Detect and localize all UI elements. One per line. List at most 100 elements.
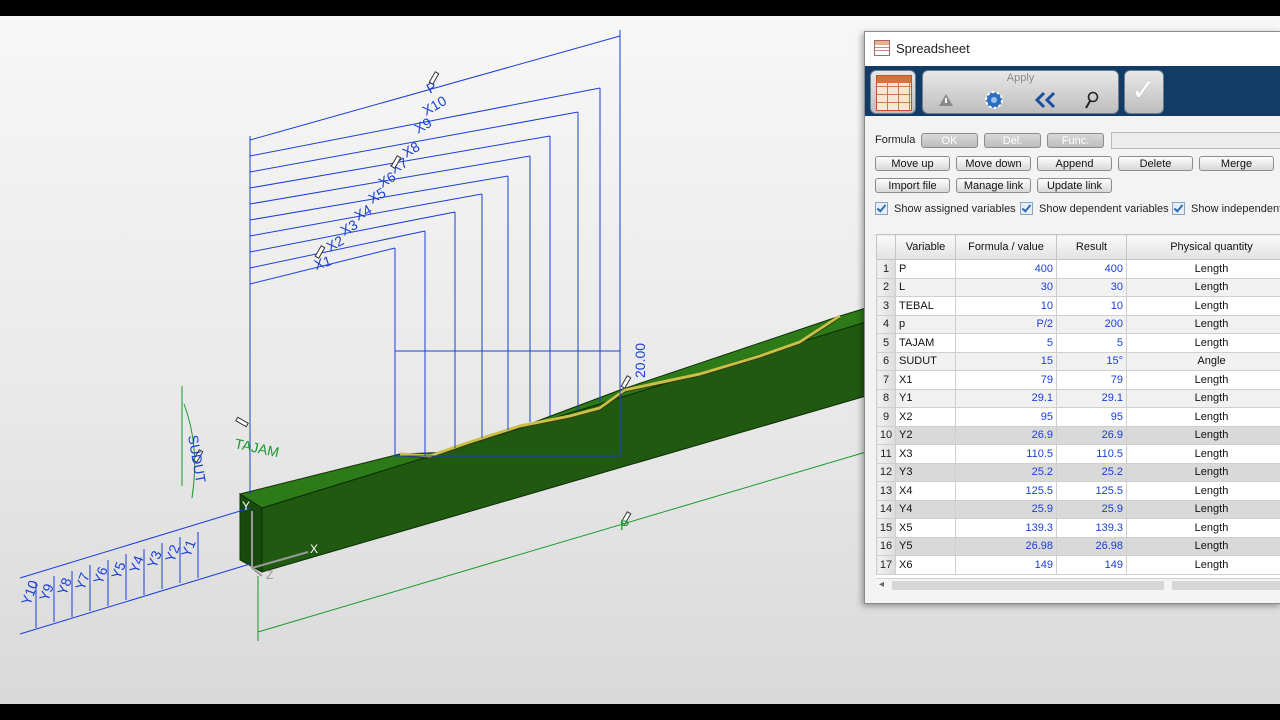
formula-cell[interactable]: 400 [955, 259, 1057, 279]
table-row[interactable]: 2 L 30 30 Length [876, 277, 1280, 297]
formula-input[interactable] [1111, 132, 1280, 149]
check-icon: ✓ [1131, 74, 1157, 107]
confirm-button[interactable]: ✓ [1124, 70, 1164, 114]
table-row[interactable]: 15 X5 139.3 139.3 Length [876, 518, 1280, 538]
warning-icon[interactable] [935, 89, 957, 111]
axis-y-label: Y [242, 499, 250, 513]
show-assigned-checkbox[interactable]: Show assigned variables [875, 202, 1016, 215]
formula-cell[interactable]: 10 [955, 296, 1057, 316]
row-index: 7 [876, 370, 896, 390]
table-row[interactable]: 4 p P/2 200 Length [876, 314, 1280, 334]
del-button[interactable]: Del. [984, 133, 1041, 148]
table-row[interactable]: 16 Y5 26.98 26.98 Length [876, 536, 1280, 556]
p-dimension-label: P [620, 517, 629, 533]
update-link-button[interactable]: Update link [1037, 178, 1112, 193]
search-icon[interactable] [1081, 89, 1103, 111]
formula-label: Formula [875, 134, 916, 146]
delete-button[interactable]: Delete [1118, 156, 1193, 171]
horizontal-scrollbar[interactable]: ◂ [876, 578, 1280, 592]
column-header-physical-quantity[interactable]: Physical quantity [1126, 234, 1280, 260]
column-header-formula[interactable]: Formula / value [955, 234, 1057, 260]
table-row[interactable]: 9 X2 95 95 Length [876, 407, 1280, 427]
formula-cell[interactable]: P/2 [955, 314, 1057, 334]
table-row[interactable]: 1 P 400 400 Length [876, 259, 1280, 279]
formula-cell[interactable]: 149 [955, 555, 1057, 575]
scroll-left-icon[interactable]: ◂ [879, 579, 884, 590]
gear-icon[interactable] [983, 89, 1005, 111]
move-up-button[interactable]: Move up [875, 156, 950, 171]
table-row[interactable]: 17 X6 149 149 Length [876, 555, 1280, 575]
physical-quantity-cell: Length [1126, 277, 1280, 297]
sheet-tab-button[interactable] [870, 70, 916, 114]
merge-button[interactable]: Merge [1199, 156, 1274, 171]
formula-cell[interactable]: 30 [955, 277, 1057, 297]
formula-cell[interactable]: 125.5 [955, 481, 1057, 501]
column-header-variable[interactable]: Variable [895, 234, 956, 260]
row-index: 9 [876, 407, 896, 427]
bar-front-face[interactable] [261, 321, 867, 573]
variables-table-container[interactable]: Variable Formula / value Result Physical… [876, 234, 1280, 578]
formula-cell[interactable]: 15 [955, 351, 1057, 371]
table-row[interactable]: 12 Y3 25.2 25.2 Length [876, 462, 1280, 482]
formula-cell[interactable]: 110.5 [955, 444, 1057, 464]
row-index: 16 [876, 536, 896, 556]
result-cell: 26.9 [1056, 425, 1127, 445]
table-row[interactable]: 5 TAJAM 5 5 Length [876, 333, 1280, 353]
dim-label-x4: X4 [352, 201, 375, 224]
physical-quantity-cell: Length [1126, 425, 1280, 445]
table-row[interactable]: 8 Y1 29.1 29.1 Length [876, 388, 1280, 408]
variable-cell: Y4 [895, 499, 956, 519]
row-index: 12 [876, 462, 896, 482]
physical-quantity-cell: Length [1126, 481, 1280, 501]
formula-cell[interactable]: 5 [955, 333, 1057, 353]
show-dependent-checkbox[interactable]: Show dependent variables [1020, 202, 1169, 215]
result-cell: 29.1 [1056, 388, 1127, 408]
variable-cell: Y1 [895, 388, 956, 408]
table-header-row: Variable Formula / value Result Physical… [876, 234, 1280, 260]
variable-cell: X1 [895, 370, 956, 390]
formula-cell[interactable]: 26.98 [955, 536, 1057, 556]
variable-cell: Y3 [895, 462, 956, 482]
apply-label: Apply [1006, 72, 1035, 84]
show-independent-checkbox[interactable]: Show independent [1172, 202, 1280, 215]
physical-quantity-cell: Length [1126, 388, 1280, 408]
append-button[interactable]: Append [1037, 156, 1112, 171]
func-button[interactable]: Func. [1047, 133, 1104, 148]
table-row[interactable]: 11 X3 110.5 110.5 Length [876, 444, 1280, 464]
formula-cell[interactable]: 29.1 [955, 388, 1057, 408]
manage-link-button[interactable]: Manage link [956, 178, 1031, 193]
ok-button[interactable]: OK [921, 133, 978, 148]
result-cell: 125.5 [1056, 481, 1127, 501]
move-down-button[interactable]: Move down [956, 156, 1031, 171]
table-row[interactable]: 3 TEBAL 10 10 Length [876, 296, 1280, 316]
table-row[interactable]: 10 Y2 26.9 26.9 Length [876, 425, 1280, 445]
variable-cell: Y2 [895, 425, 956, 445]
formula-cell[interactable]: 26.9 [955, 425, 1057, 445]
physical-quantity-cell: Length [1126, 444, 1280, 464]
spreadsheet-titlebar[interactable]: Spreadsheet [865, 32, 1280, 64]
table-row[interactable]: 14 Y4 25.9 25.9 Length [876, 499, 1280, 519]
import-file-button[interactable]: Import file [875, 178, 950, 193]
variables-table: Variable Formula / value Result Physical… [876, 234, 1280, 575]
result-cell: 400 [1056, 259, 1127, 279]
formula-cell[interactable]: 79 [955, 370, 1057, 390]
table-row[interactable]: 7 X1 79 79 Length [876, 370, 1280, 390]
formula-cell[interactable]: 25.9 [955, 499, 1057, 519]
column-header-result[interactable]: Result [1056, 234, 1127, 260]
back-icon[interactable] [1033, 89, 1055, 111]
scrollbar-thumb[interactable] [892, 581, 1164, 590]
table-row[interactable]: 6 SUDUT 15 15° Angle [876, 351, 1280, 371]
dim-label-y1: Y1 [178, 537, 199, 559]
physical-quantity-cell: Length [1126, 499, 1280, 519]
sudut-label: SUDUT [185, 434, 209, 485]
formula-cell[interactable]: 139.3 [955, 518, 1057, 538]
formula-cell[interactable]: 95 [955, 407, 1057, 427]
formula-cell[interactable]: 25.2 [955, 462, 1057, 482]
sheet-icon [876, 75, 912, 111]
variable-cell: P [895, 259, 956, 279]
physical-quantity-cell: Length [1126, 259, 1280, 279]
spreadsheet-window[interactable]: Spreadsheet Apply ✓ Formula OK Del. Func… [864, 31, 1280, 604]
corner-header [876, 234, 896, 260]
table-row[interactable]: 13 X4 125.5 125.5 Length [876, 481, 1280, 501]
result-cell: 200 [1056, 314, 1127, 334]
